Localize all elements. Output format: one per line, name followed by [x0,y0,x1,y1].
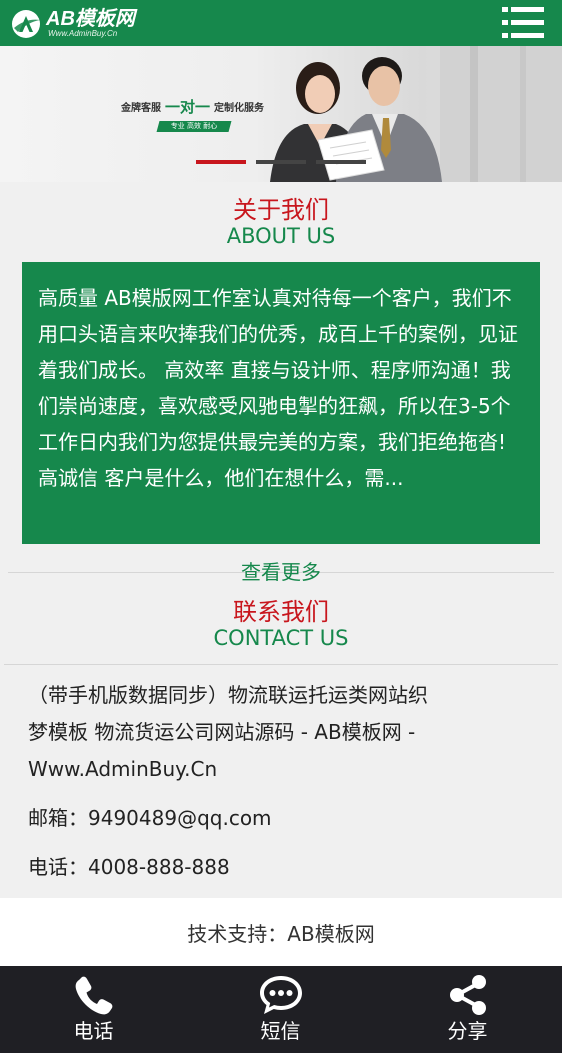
logo-mark-icon [12,10,40,38]
bottom-nav: 电话 短信 分享 [0,966,562,1053]
hero-banner[interactable]: 金牌客服 一对一 定制化服务 专业 高效 耐心 [0,46,562,182]
nav-sms-button[interactable]: 短信 [187,966,374,1053]
about-heading: 关于我们 ABOUT US [0,196,562,248]
contact-email[interactable]: 邮箱：9490489@qq.com [28,804,272,832]
site-logo[interactable]: AB模板网 Www.AdminBuy.Cn [10,6,135,42]
header-bar: AB模板网 Www.AdminBuy.Cn [0,0,562,46]
slogan-tag-text: 专业 高效 耐心 [170,122,218,130]
nav-share-label: 分享 [447,1019,488,1043]
share-icon [449,975,486,1015]
slider-dot-3[interactable] [316,160,366,164]
nav-share-button[interactable]: 分享 [374,966,561,1053]
chat-bubble-icon [259,976,302,1014]
banner-slogan: 金牌客服 一对一 定制化服务 [121,96,264,117]
slogan-highlight: 一对一 [165,99,211,116]
logo-url: Www.AdminBuy.Cn [48,29,118,38]
about-text: 高质量 AB模版网工作室认真对待每一个客户，我们不用口头语言来吹捧我们的优秀，成… [38,286,518,490]
slogan-right: 定制化服务 [214,103,265,114]
contact-site-name: （带手机版数据同步）物流联运托运类网站织梦模板 物流货运公司网站源码 - AB模… [28,683,428,781]
nav-phone-label: 电话 [73,1019,114,1043]
about-title-cn: 关于我们 [233,196,329,224]
about-content-box: 高质量 AB模版网工作室认真对待每一个客户，我们不用口头语言来吹捧我们的优秀，成… [22,262,540,544]
contact-title-en: CONTACT US [213,626,349,650]
view-more-link[interactable]: 查看更多 [0,558,562,586]
hamburger-menu-icon[interactable] [502,5,544,41]
footer-support: 技术支持：AB模板网 [0,898,562,966]
nav-sms-label: 短信 [260,1019,301,1043]
slider-dot-1[interactable] [196,160,246,164]
about-title-en: ABOUT US [226,224,336,248]
contact-phone[interactable]: 电话：4008-888-888 [28,853,230,881]
phone-icon [75,976,112,1015]
slogan-left: 金牌客服 [121,103,161,114]
slider-dot-2[interactable] [256,160,306,164]
contact-heading: 联系我们 CONTACT US [0,598,562,650]
logo-title: AB模板网 [46,8,135,30]
contact-title-cn: 联系我们 [233,598,329,626]
nav-phone-button[interactable]: 电话 [0,966,187,1053]
divider [4,664,558,665]
slogan-tag: 专业 高效 耐心 [156,121,232,132]
